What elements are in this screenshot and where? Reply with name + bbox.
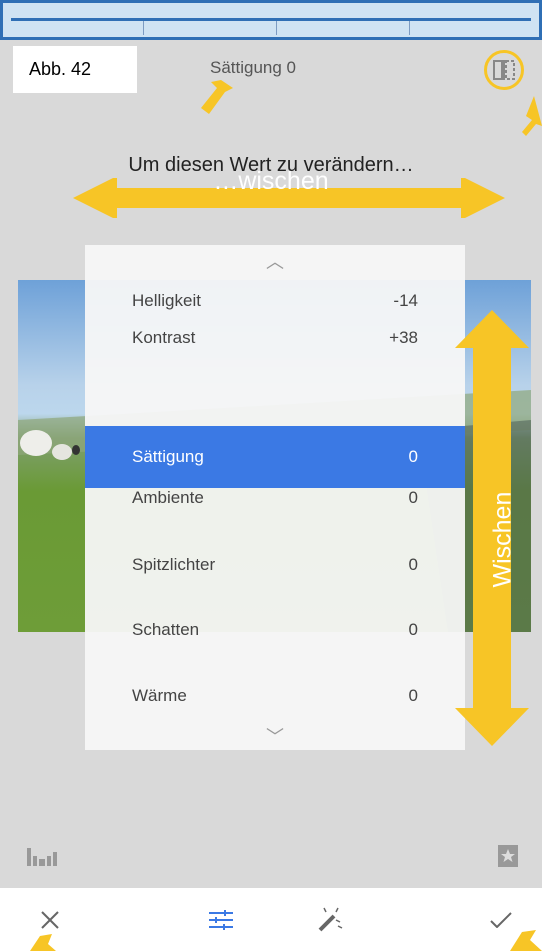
tune-icon — [209, 910, 233, 930]
menu-item-kontrast[interactable]: Kontrast +38 — [85, 315, 465, 361]
menu-item-value: 0 — [408, 488, 418, 507]
menu-item-label: Helligkeit — [132, 291, 201, 310]
pointer-arrow-icon — [510, 930, 542, 951]
menu-item-label: Spitzlichter — [132, 555, 216, 574]
menu-item-value: +38 — [389, 328, 418, 347]
pointer-arrow-icon — [30, 934, 56, 951]
top-ruler — [0, 0, 542, 40]
menu-item-label: Schatten — [132, 620, 200, 639]
app-screen: Abb. 42 Sättigung 0 Um diesen Wert zu ve… — [0, 0, 542, 951]
pointer-arrow-icon — [522, 96, 542, 136]
menu-item-value: 0 — [408, 686, 418, 705]
menu-item-value: 0 — [408, 555, 418, 574]
chevron-down-icon[interactable]: ﹀ — [85, 723, 465, 749]
ruler-line — [11, 18, 531, 21]
compare-icon — [493, 60, 515, 80]
compare-button[interactable] — [484, 50, 524, 90]
bookmark-icon[interactable] — [497, 844, 519, 868]
page-title: Sättigung 0 — [210, 58, 297, 77]
menu-item-spitzlichter[interactable]: Spitzlichter 0 — [85, 542, 465, 588]
menu-item-value: 0 — [408, 447, 418, 466]
histogram-icon[interactable] — [27, 846, 59, 866]
bottom-toolbar — [0, 888, 542, 951]
menu-item-value: -14 — [393, 291, 418, 310]
menu-item-waerme[interactable]: Wärme 0 — [85, 673, 465, 719]
menu-item-label: Ambiente — [132, 488, 204, 507]
close-icon — [41, 911, 59, 929]
cancel-button[interactable] — [36, 906, 64, 934]
horizontal-swipe-label: …wischen — [213, 167, 329, 195]
vertical-swipe-label: Wischen — [488, 491, 517, 588]
auto-enhance-button[interactable] — [314, 906, 346, 934]
menu-item-value: 0 — [408, 620, 418, 639]
menu-item-label: Sättigung — [132, 447, 204, 466]
ruler-tick — [143, 21, 144, 35]
ruler-tick — [409, 21, 410, 35]
chevron-up-icon[interactable]: ︿ — [85, 248, 465, 274]
menu-item-schatten[interactable]: Schatten 0 — [85, 607, 465, 653]
pointer-arrow-icon — [201, 80, 233, 114]
ruler-tick — [276, 21, 277, 35]
figure-label: Abb. 42 — [13, 46, 137, 93]
menu-item-label: Kontrast — [132, 328, 196, 347]
adjustment-menu[interactable]: ︿ Helligkeit -14 Kontrast +38 Sättigung … — [85, 245, 465, 750]
menu-item-label: Wärme — [132, 686, 187, 705]
menu-item-ambiente[interactable]: Ambiente 0 — [85, 475, 465, 521]
tune-button[interactable] — [206, 906, 236, 934]
magic-wand-icon — [318, 907, 343, 932]
checkmark-icon — [490, 912, 512, 928]
